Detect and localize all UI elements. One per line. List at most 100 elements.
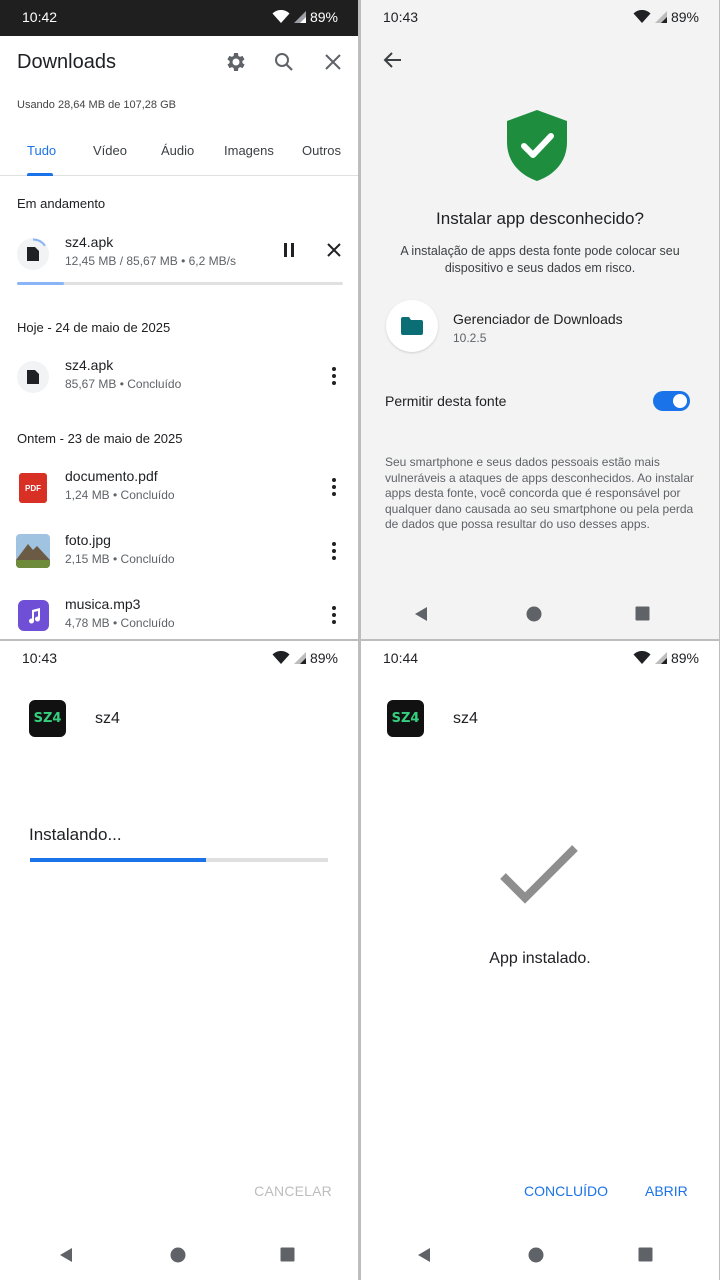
install-progress-fill xyxy=(30,858,206,862)
install-complete-text: App instalado. xyxy=(489,950,591,967)
storage-usage: Usando 28,64 MB de 107,28 GB xyxy=(17,99,176,111)
open-button[interactable]: ABRIR xyxy=(645,1183,688,1199)
nav-home-icon[interactable] xyxy=(528,1247,544,1263)
pdf-icon: PDF xyxy=(17,472,49,504)
tab-images[interactable]: Imagens xyxy=(224,143,274,158)
list-item[interactable]: musica.mp3 4,78 MB • Concluído xyxy=(0,596,358,639)
status-time: 10:42 xyxy=(22,9,58,25)
nav-back-icon[interactable] xyxy=(58,1247,74,1263)
nav-home-icon[interactable] xyxy=(170,1247,186,1263)
nav-home-icon[interactable] xyxy=(526,606,542,622)
download-progress-bar xyxy=(17,282,343,285)
risk-warning-text: Seu smartphone e seus dados pessoais est… xyxy=(385,455,694,531)
install-permission-screen: 10:43 89% Instalar app desconhecido? A i… xyxy=(361,0,719,639)
app-icon: SZ4 xyxy=(387,700,424,737)
status-bar: 10:44 89% xyxy=(361,641,719,675)
active-download-row[interactable]: sz4.apk 12,45 MB / 85,67 MB • 6,2 MB/s xyxy=(0,234,358,288)
wifi-icon xyxy=(272,10,290,23)
download-progress-fill xyxy=(17,282,65,285)
system-nav-bar xyxy=(0,1232,358,1280)
system-nav-bar xyxy=(361,591,719,639)
wifi-icon xyxy=(633,651,651,664)
tab-video[interactable]: Vídeo xyxy=(93,143,127,158)
more-vert-icon[interactable] xyxy=(330,477,338,497)
list-item[interactable]: sz4.apk 85,67 MB • Concluído xyxy=(0,357,358,411)
file-icon xyxy=(17,361,49,393)
search-icon[interactable] xyxy=(272,50,296,74)
system-nav-bar xyxy=(361,1232,719,1280)
nav-recents-icon[interactable] xyxy=(280,1247,295,1262)
more-vert-icon[interactable] xyxy=(330,366,338,386)
source-app-version: 10.2.5 xyxy=(453,331,487,345)
file-name: foto.jpg xyxy=(65,532,111,548)
battery-level: 89% xyxy=(309,9,338,25)
back-arrow-icon[interactable] xyxy=(383,50,403,70)
tab-all[interactable]: Tudo xyxy=(27,143,56,158)
page-title: Downloads xyxy=(17,51,116,73)
battery-level: 89% xyxy=(309,650,338,666)
nav-recents-icon[interactable] xyxy=(638,1247,653,1262)
status-time: 10:43 xyxy=(383,9,419,25)
gear-icon[interactable] xyxy=(224,50,248,74)
tab-audio[interactable]: Áudio xyxy=(161,143,194,158)
more-vert-icon[interactable] xyxy=(330,541,338,561)
photo-icon xyxy=(16,534,50,568)
section-in-progress: Em andamento xyxy=(17,196,106,211)
nav-recents-icon[interactable] xyxy=(635,606,650,621)
source-app-icon xyxy=(386,300,438,352)
folder-icon xyxy=(401,317,423,335)
app-name: sz4 xyxy=(453,710,478,727)
app-name: sz4 xyxy=(95,710,120,727)
shield-check-icon xyxy=(507,110,567,181)
close-icon[interactable] xyxy=(321,50,345,74)
file-meta: 1,24 MB • Concluído xyxy=(65,488,175,502)
pause-icon[interactable] xyxy=(282,242,296,258)
installing-screen: 10:43 89% SZ4 sz4 Instalando... CANCELAR xyxy=(0,641,358,1280)
status-bar: 10:42 89% xyxy=(0,0,358,36)
more-vert-icon[interactable] xyxy=(330,605,338,625)
wifi-icon xyxy=(272,651,290,664)
status-time: 10:44 xyxy=(383,650,419,666)
cancel-download-icon[interactable] xyxy=(326,242,342,258)
wifi-icon xyxy=(633,10,651,23)
dialog-subtitle: A instalação de apps desta fonte pode co… xyxy=(400,244,680,275)
status-bar: 10:43 89% xyxy=(361,0,719,34)
app-icon: SZ4 xyxy=(29,700,66,737)
checkmark-icon xyxy=(500,845,578,904)
file-name: documento.pdf xyxy=(65,468,158,484)
file-meta: 2,15 MB • Concluído xyxy=(65,552,175,566)
nav-back-icon[interactable] xyxy=(416,1247,432,1263)
tab-other[interactable]: Outros xyxy=(302,143,341,158)
downloads-sheet: Downloads Usando 28,64 MB de 107,28 GB T… xyxy=(0,36,358,639)
signal-icon xyxy=(293,652,306,664)
install-status: Instalando... xyxy=(29,825,122,844)
battery-level: 89% xyxy=(670,9,699,25)
battery-level: 89% xyxy=(670,650,699,666)
dialog-title: Instalar app desconhecido? xyxy=(436,209,644,228)
section-today: Hoje - 24 de maio de 2025 xyxy=(17,320,171,335)
file-meta: 85,67 MB • Concluído xyxy=(65,377,182,391)
status-bar: 10:43 89% xyxy=(0,641,358,675)
toggle-knob xyxy=(673,394,687,408)
source-app-name: Gerenciador de Downloads xyxy=(453,311,623,327)
installed-screen: 10:44 89% SZ4 sz4 App instalado. CONCLUÍ… xyxy=(361,641,719,1280)
allow-source-toggle[interactable] xyxy=(653,391,690,411)
file-meta: 4,78 MB • Concluído xyxy=(65,616,175,630)
active-tab-indicator xyxy=(27,173,53,176)
allow-source-label: Permitir desta fonte xyxy=(385,393,507,409)
cancel-button[interactable]: CANCELAR xyxy=(254,1183,332,1199)
nav-back-icon[interactable] xyxy=(413,606,429,622)
downloads-screen: 10:42 89% Downloads Usando 28,64 MB de 1… xyxy=(0,0,358,639)
filter-tabs: Tudo Vídeo Áudio Imagens Outros xyxy=(0,140,358,176)
list-item[interactable]: foto.jpg 2,15 MB • Concluído xyxy=(0,532,358,586)
file-name: musica.mp3 xyxy=(65,596,141,612)
signal-icon xyxy=(293,11,306,23)
signal-icon xyxy=(654,652,667,664)
section-yesterday: Ontem - 23 de maio de 2025 xyxy=(17,431,183,446)
download-spinner-icon xyxy=(17,238,49,270)
music-icon xyxy=(18,600,49,631)
pdf-badge: PDF xyxy=(19,473,47,503)
list-item[interactable]: PDF documento.pdf 1,24 MB • Concluído xyxy=(0,468,358,522)
file-name: sz4.apk xyxy=(65,357,114,373)
done-button[interactable]: CONCLUÍDO xyxy=(524,1183,608,1199)
